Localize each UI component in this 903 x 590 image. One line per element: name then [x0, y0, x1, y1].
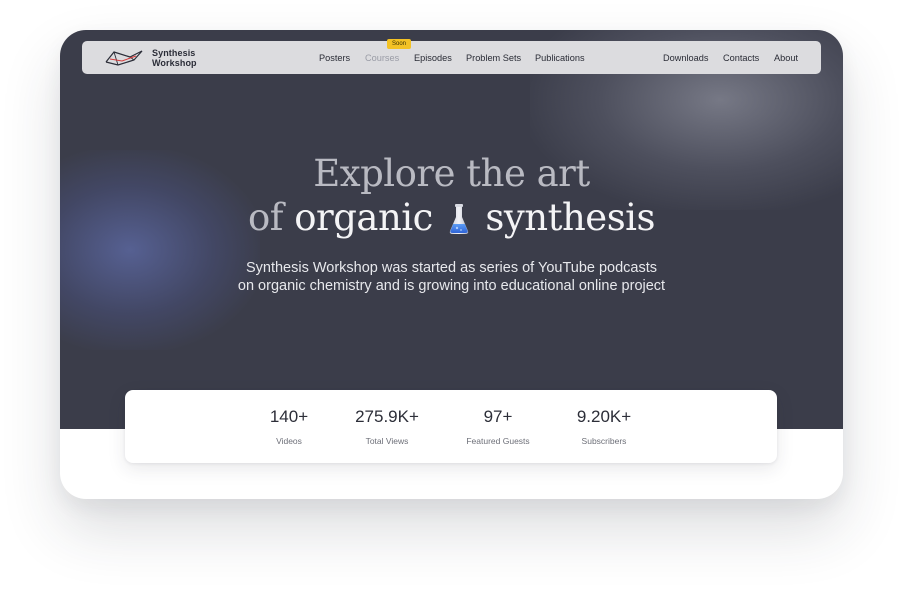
nav-contacts[interactable]: Contacts: [723, 53, 759, 64]
soon-badge: Soon: [387, 39, 412, 49]
hero-subtitle-line2: on organic chemistry and is growing into…: [237, 278, 666, 294]
nav-courses[interactable]: Courses: [365, 53, 399, 64]
hero-subtitle-line1: Synthesis Workshop was started as series…: [245, 260, 658, 276]
hero-section: Synthesis Workshop Posters Courses Soon …: [60, 30, 843, 429]
nav-posters[interactable]: Posters: [319, 53, 350, 64]
stat-label: Total Views: [365, 436, 409, 446]
hero-title-line1: Explore the art: [313, 152, 590, 195]
brand-name-line2: Workshop: [152, 58, 197, 68]
stat-label: Featured Guests: [466, 436, 530, 446]
hero-title-word-organic: organic: [294, 196, 433, 239]
stat-value: 140+: [269, 407, 309, 426]
top-navbar: Synthesis Workshop Posters Courses Soon …: [82, 39, 821, 74]
hero-title-line2: of organic synthesis: [60, 196, 843, 240]
nav-episodes[interactable]: Episodes: [414, 53, 452, 64]
brand-logo[interactable]: Synthesis Workshop: [104, 47, 197, 69]
nav-about[interactable]: About: [774, 53, 798, 64]
stat-value: 9.20K+: [576, 407, 632, 426]
hero-title-word-synthesis: synthesis: [485, 196, 655, 239]
stat-total-views: 275.9K+ Total Views: [332, 407, 442, 446]
nav-downloads[interactable]: Downloads: [663, 53, 708, 64]
flask-icon: [449, 204, 469, 234]
stat-videos: 140+ Videos: [234, 407, 344, 446]
synthesis-workshop-logo-icon: [105, 50, 143, 66]
stats-panel: 140+ Videos 275.9K+ Total Views 97+ Feat…: [125, 390, 777, 463]
preview-card: Synthesis Workshop Posters Courses Soon …: [60, 30, 843, 499]
stat-label: Subscribers: [581, 436, 627, 446]
nav-publications[interactable]: Publications: [535, 53, 585, 64]
nav-problem-sets[interactable]: Problem Sets: [466, 53, 521, 64]
hero-title-prefix: of: [248, 196, 283, 239]
stat-value: 275.9K+: [355, 407, 419, 426]
brand-name-line1: Synthesis: [152, 48, 196, 58]
stat-label: Videos: [276, 436, 302, 446]
stat-value: 97+: [483, 407, 513, 426]
stat-featured-guests: 97+ Featured Guests: [443, 407, 553, 446]
stat-subscribers: 9.20K+ Subscribers: [549, 407, 659, 446]
